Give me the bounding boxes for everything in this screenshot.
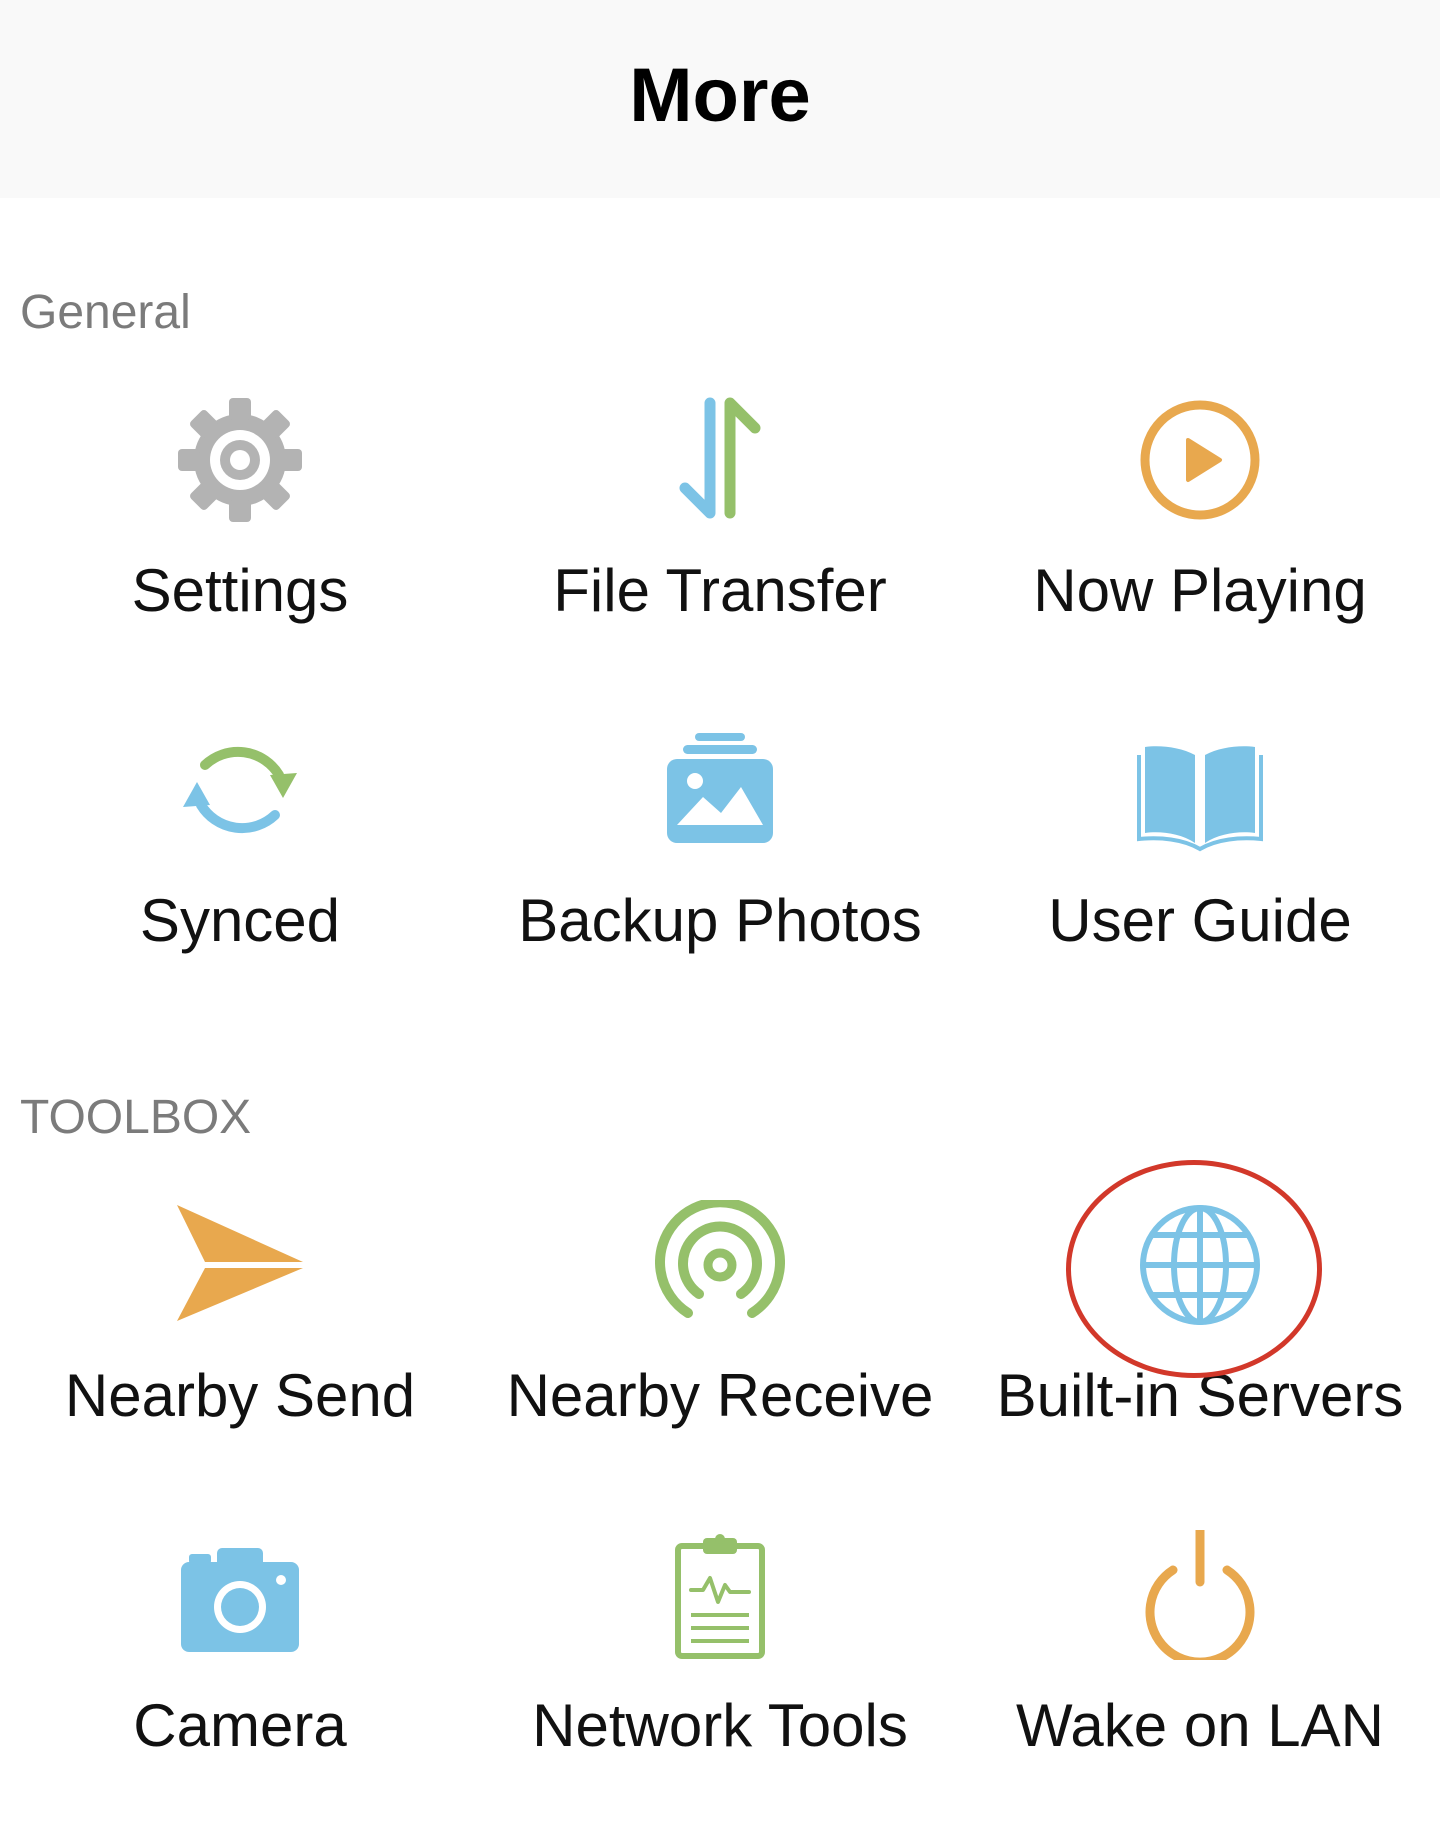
built-in-servers-tile[interactable]: Built-in Servers — [960, 1200, 1440, 1500]
book-icon — [1135, 725, 1265, 855]
page-title: More — [629, 53, 811, 138]
built-in-servers-label: Built-in Servers — [996, 1362, 1404, 1429]
settings-label: Settings — [131, 557, 349, 624]
photo-stack-icon — [655, 725, 785, 855]
wake-on-lan-tile[interactable]: Wake on LAN — [960, 1530, 1440, 1830]
nearby-send-tile[interactable]: Nearby Send — [0, 1200, 480, 1500]
power-icon — [1135, 1530, 1265, 1660]
transfer-arrows-icon — [655, 395, 785, 525]
file-transfer-tile[interactable]: File Transfer — [480, 395, 960, 695]
gear-icon — [175, 395, 305, 525]
signal-receive-icon — [655, 1200, 785, 1330]
backup-photos-label: Backup Photos — [518, 887, 922, 954]
wake-on-lan-label: Wake on LAN — [1016, 1692, 1384, 1759]
network-tools-tile[interactable]: Network Tools — [480, 1530, 960, 1830]
settings-tile[interactable]: Settings — [0, 395, 480, 695]
section-label-toolbox: TOOLBOX — [20, 1091, 252, 1144]
section-label-general: General — [20, 286, 191, 339]
nearby-receive-tile[interactable]: Nearby Receive — [480, 1200, 960, 1500]
now-playing-tile[interactable]: Now Playing — [960, 395, 1440, 695]
user-guide-label: User Guide — [1048, 887, 1352, 954]
camera-label: Camera — [133, 1692, 347, 1759]
camera-tile[interactable]: Camera — [0, 1530, 480, 1830]
nearby-receive-label: Nearby Receive — [506, 1362, 934, 1429]
synced-tile[interactable]: Synced — [0, 725, 480, 1025]
now-playing-label: Now Playing — [1033, 557, 1367, 624]
user-guide-tile[interactable]: User Guide — [960, 725, 1440, 1025]
globe-icon — [1135, 1200, 1265, 1330]
synced-label: Synced — [139, 887, 341, 954]
file-transfer-label: File Transfer — [553, 557, 887, 624]
clipboard-pulse-icon — [655, 1530, 785, 1660]
play-circle-icon — [1135, 395, 1265, 525]
paper-plane-icon — [175, 1200, 305, 1330]
sync-icon — [175, 725, 305, 855]
top-bar: More — [0, 0, 1440, 198]
camera-icon — [175, 1530, 305, 1660]
nearby-send-label: Nearby Send — [64, 1362, 416, 1429]
network-tools-label: Network Tools — [532, 1692, 908, 1759]
backup-photos-tile[interactable]: Backup Photos — [480, 725, 960, 1025]
